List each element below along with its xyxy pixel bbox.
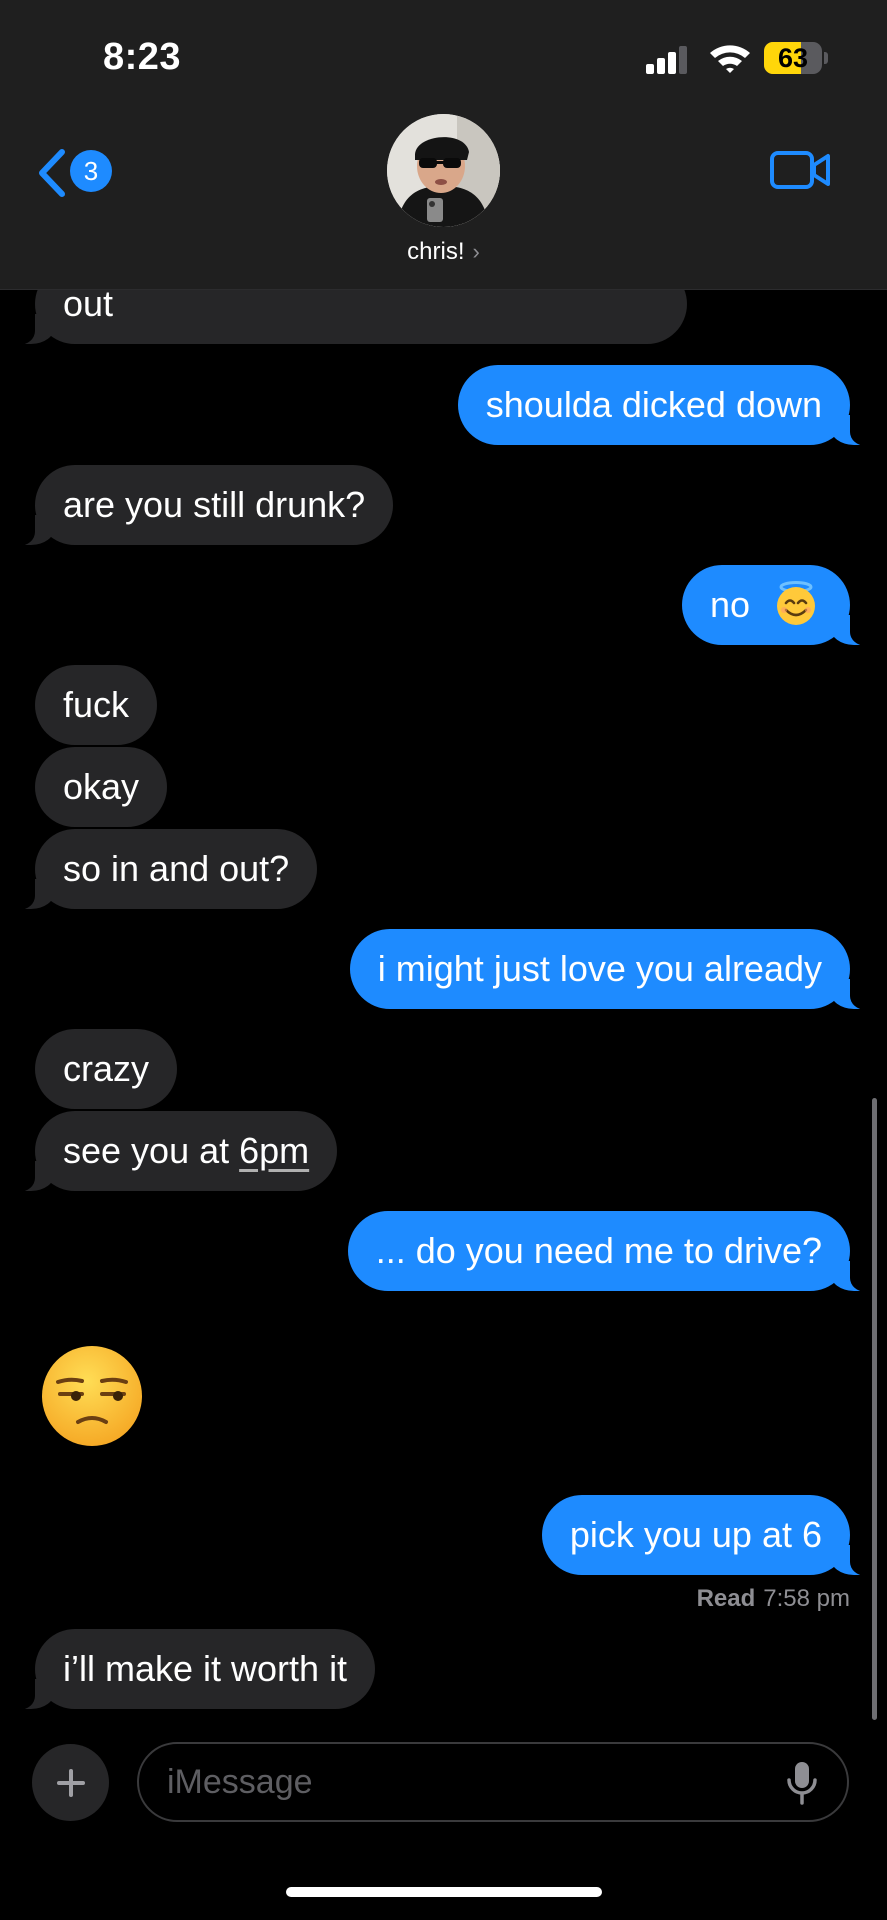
message-text: crazy (63, 1048, 150, 1089)
message-text: ... do you need me to drive? (375, 1230, 822, 1271)
message-text: fuck (63, 684, 130, 725)
battery-icon: 63 (764, 42, 822, 74)
home-indicator[interactable] (286, 1887, 602, 1897)
contact-name: chris! (407, 238, 465, 265)
read-label: Read (696, 1585, 756, 1612)
battery-level: 63 (777, 43, 809, 73)
chevron-left-icon (39, 149, 65, 197)
conversation-header: 8:23 63 3 chris! › (0, 0, 887, 290)
message-text: pick you up at 6 (569, 1514, 822, 1555)
message-bubble-incoming[interactable]: i’ll make it worth it (16, 1629, 376, 1710)
plus-icon[interactable] (32, 1744, 109, 1821)
signal-icon (646, 44, 690, 74)
message-text: i might just love you already (377, 948, 822, 989)
message-bubble-incoming[interactable]: crazy (35, 1029, 178, 1109)
scroll-indicator[interactable] (872, 1098, 877, 1720)
message-input[interactable] (137, 1742, 849, 1822)
wifi-icon (710, 45, 750, 73)
back-button[interactable]: 3 (34, 144, 124, 200)
contact-name-button[interactable]: chris! › (0, 238, 887, 266)
message-bubble-outgoing[interactable]: i might just love you already (349, 929, 869, 1010)
battery-cap (824, 52, 828, 64)
smiling-face-with-halo-icon (777, 581, 815, 625)
message-bubble-incoming[interactable]: are you still drunk? (16, 465, 394, 546)
message-text: see you at (63, 1130, 240, 1171)
message-bubble-outgoing[interactable]: ... do you need me to drive? (347, 1211, 869, 1292)
read-receipt: Read 7:58 pm (697, 1585, 850, 1613)
message-bubble-incoming[interactable]: so in and out? (16, 829, 318, 910)
unread-count-badge: 3 (70, 150, 112, 192)
message-bubble-outgoing[interactable]: no (681, 565, 869, 646)
message-text: i’ll make it worth it (63, 1648, 348, 1689)
time-link[interactable]: 6pm (239, 1130, 309, 1171)
contact-photo (387, 114, 500, 227)
message-bubble-outgoing[interactable]: shoulda dicked down (457, 365, 869, 446)
message-bubble-incoming[interactable]: okay (35, 747, 168, 827)
avatar[interactable] (387, 114, 500, 227)
message-text: shoulda dicked down (485, 384, 822, 425)
message-bubble-incoming[interactable]: see you at 6pm (16, 1111, 338, 1192)
chevron-right-icon: › (472, 239, 480, 264)
message-text: are you still drunk? (63, 484, 366, 525)
message-bubble-outgoing[interactable]: pick you up at 6 (541, 1495, 869, 1576)
read-time: 7:58 pm (763, 1585, 850, 1612)
message-text: no (709, 584, 750, 625)
message-text: so in and out? (63, 848, 290, 889)
message-bubble-incoming[interactable]: fuck (35, 665, 158, 745)
status-time: 8:23 (103, 36, 182, 78)
microphone-icon[interactable] (785, 1760, 819, 1806)
unamused-face-icon[interactable] (40, 1344, 144, 1448)
video-camera-icon[interactable] (770, 150, 832, 190)
message-text: okay (63, 766, 140, 807)
